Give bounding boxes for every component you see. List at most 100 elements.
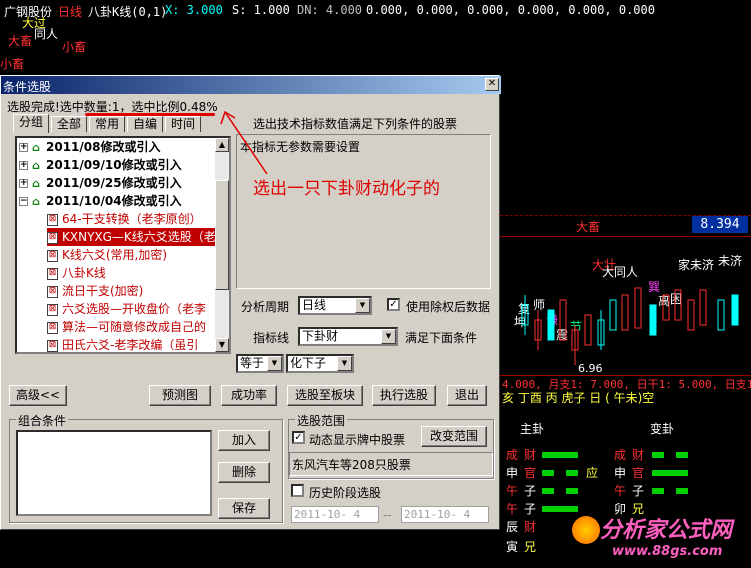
scroll-thumb[interactable] bbox=[215, 180, 229, 290]
expand-icon[interactable]: + bbox=[19, 179, 28, 188]
bian-row-3-kin: 子 bbox=[632, 484, 645, 498]
collapse-icon[interactable]: − bbox=[19, 197, 28, 206]
yao-line bbox=[652, 452, 664, 458]
chart-label-daxu: 大畜 bbox=[8, 34, 33, 48]
zhu-row-4-kin: 子 bbox=[524, 502, 537, 516]
tree-folder[interactable]: + ⌂ 2011/08修改或引入 bbox=[19, 138, 160, 156]
tree-formula[interactable]: ⊠ 六爻选股—开收盘价（老李 bbox=[47, 300, 206, 318]
yao-line bbox=[542, 506, 578, 512]
tab-time[interactable]: 时间 bbox=[165, 116, 201, 132]
tab-custom[interactable]: 自编 bbox=[127, 116, 163, 132]
formula-icon: ⊠ bbox=[47, 231, 58, 244]
target-value-select[interactable]: 化下子 ▼ bbox=[286, 354, 354, 373]
zhu-row-3-branch: 午 bbox=[506, 484, 519, 498]
history-label: 历史阶段选股 bbox=[309, 486, 382, 500]
zhu-row-1-kin: 财 bbox=[524, 448, 537, 462]
dialog-titlebar[interactable]: 条件选股 ✕ bbox=[1, 76, 501, 94]
yao-line bbox=[676, 488, 688, 494]
start-date-input[interactable]: 2011-10- 4 bbox=[291, 506, 379, 523]
bian-row-1-kin: 财 bbox=[632, 448, 645, 462]
delete-button[interactable]: 删除 bbox=[218, 462, 270, 483]
zhu-row-5-branch: 辰 bbox=[506, 520, 519, 534]
combo-condition-list[interactable] bbox=[16, 430, 212, 516]
tree-formula[interactable]: ⊠ 算法—可随意修改成自己的 bbox=[47, 318, 206, 336]
yao-line bbox=[542, 470, 554, 476]
period-select[interactable]: 日线 ▼ bbox=[298, 296, 372, 315]
formula-icon: ⊠ bbox=[47, 213, 58, 226]
zhu-row-6-branch: 寅 bbox=[506, 540, 519, 554]
chart-label-daxu-right: 大畜 bbox=[576, 220, 601, 234]
watermark-url: www.88gs.com bbox=[612, 544, 723, 559]
right-heading: 选出技术指标数值满足下列条件的股票 bbox=[253, 117, 458, 131]
tab-group[interactable]: 分组 bbox=[13, 114, 49, 133]
history-checkbox[interactable] bbox=[291, 484, 304, 497]
satisfy-label: 满足下面条件 bbox=[405, 331, 478, 345]
chevron-down-icon: ▼ bbox=[267, 356, 282, 371]
tree-formula-selected[interactable]: ⊠ KXNYXG—K线六爻选股（老李 bbox=[47, 228, 229, 246]
tree-folder[interactable]: + ⌂ 2011/09/25修改或引入 bbox=[19, 174, 182, 192]
chevron-down-icon: ▼ bbox=[355, 298, 370, 313]
price-box: 8.394 bbox=[692, 216, 748, 233]
annotation-text: 选出一只下卦财动化子的 bbox=[253, 179, 440, 199]
restore-checkbox[interactable]: ✓ bbox=[387, 298, 400, 311]
bian-row-2-branch: 申 bbox=[614, 466, 627, 480]
indicator-line-label: 指标线 bbox=[253, 331, 290, 345]
condition-select-dialog: 条件选股 ✕ 选股完成!选中数量:1，选中比例0.48% 选出技术指标数值满足下… bbox=[0, 75, 501, 530]
indicator-name: 八卦K线(0,1) bbox=[88, 5, 168, 19]
chevron-down-icon: ▼ bbox=[381, 329, 396, 344]
yao-line bbox=[676, 452, 688, 458]
scroll-down-icon[interactable]: ▼ bbox=[215, 338, 229, 352]
success-rate-button[interactable]: 成功率 bbox=[221, 385, 277, 406]
tree-formula[interactable]: ⊠ 八卦K线 bbox=[47, 264, 106, 282]
expand-icon[interactable]: + bbox=[19, 143, 28, 152]
tree-formula[interactable]: ⊠ 流日干支(加密) bbox=[47, 282, 143, 300]
preview-button[interactable]: 预测图 bbox=[149, 385, 211, 406]
tab-all[interactable]: 全部 bbox=[51, 116, 87, 132]
formula-icon: ⊠ bbox=[47, 249, 58, 262]
house-icon: ⌂ bbox=[32, 159, 40, 172]
ying-mark: 应 bbox=[586, 466, 599, 480]
range-group: 选股范围 ✓ 动态显示牌中股票 改变范围 东风汽车等208只股票 bbox=[288, 412, 494, 479]
combo-condition-group: 组合条件 加入 删除 保存 bbox=[9, 412, 283, 523]
tree-formula[interactable]: ⊠ 田氏六爻-老李改编（虽引 bbox=[47, 336, 198, 352]
indicator-values: 0.000, 0.000, 0.000, 0.000, 0.000, 0.000 bbox=[366, 3, 655, 17]
zhu-row-2-kin: 官 bbox=[524, 466, 537, 480]
save-button[interactable]: 保存 bbox=[218, 498, 270, 519]
house-icon: ⌂ bbox=[32, 141, 40, 154]
change-range-button[interactable]: 改变范围 bbox=[421, 426, 487, 447]
execute-button[interactable]: 执行选股 bbox=[372, 385, 436, 406]
zhu-row-1-branch: 成 bbox=[506, 448, 519, 462]
tab-common[interactable]: 常用 bbox=[89, 116, 125, 132]
chevron-down-icon: ▼ bbox=[337, 356, 352, 371]
indicator-line-select[interactable]: 下卦财 ▼ bbox=[298, 327, 398, 346]
period-label: 日线 bbox=[58, 5, 83, 19]
zhugua-label: 主卦 bbox=[520, 422, 545, 436]
combo-group-label: 组合条件 bbox=[16, 412, 69, 429]
dn-value: DN: 4.000 bbox=[297, 3, 363, 17]
date-separator: -- bbox=[383, 508, 392, 522]
tree-folder[interactable]: + ⌂ 2011/09/10修改或引入 bbox=[19, 156, 182, 174]
advanced-button[interactable]: 高级<< bbox=[9, 385, 67, 406]
exit-button[interactable]: 退出 bbox=[447, 385, 487, 406]
end-date-input[interactable]: 2011-10- 4 bbox=[401, 506, 489, 523]
tree-formula[interactable]: ⊠ 64-干支转换（老李原创） bbox=[47, 210, 202, 228]
expand-icon[interactable]: + bbox=[19, 161, 28, 170]
dynamic-display-checkbox[interactable]: ✓ bbox=[292, 431, 305, 444]
operator-select[interactable]: 等于 ▼ bbox=[236, 354, 284, 373]
to-block-button[interactable]: 选股至板块 bbox=[287, 385, 363, 406]
formula-icon: ⊠ bbox=[47, 285, 58, 298]
zhu-row-2-branch: 申 bbox=[506, 466, 519, 480]
close-button[interactable]: ✕ bbox=[485, 78, 499, 91]
restore-label: 使用除权后数据 bbox=[406, 300, 491, 314]
yao-line bbox=[566, 470, 578, 476]
tree-folder-open[interactable]: − ⌂ 2011/10/04修改或引入 bbox=[19, 192, 182, 210]
chart-label-xiaoxu2: 小畜 bbox=[0, 57, 25, 71]
formula-tree[interactable]: + ⌂ 2011/08修改或引入 + ⌂ 2011/09/10修改或引入 + ⌂ 2011/… bbox=[15, 136, 231, 354]
tree-formula[interactable]: ⊠ K线六爻(常用,加密) bbox=[47, 246, 167, 264]
biangua-label: 变卦 bbox=[650, 422, 675, 436]
dynamic-display-label: 动态显示牌中股票 bbox=[309, 433, 406, 447]
yao-line bbox=[566, 488, 578, 494]
add-button[interactable]: 加入 bbox=[218, 430, 270, 451]
zhu-row-4-branch: 午 bbox=[506, 502, 519, 516]
range-display: 东风汽车等208只股票 bbox=[289, 452, 493, 476]
